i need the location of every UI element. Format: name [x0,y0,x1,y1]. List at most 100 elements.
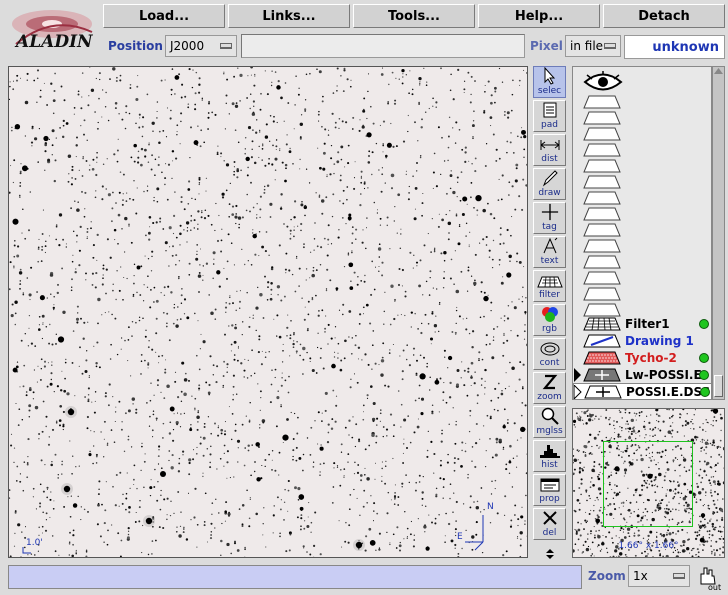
dropdown-arrow-icon [220,43,232,49]
rgb-tool-button[interactable]: rgb [533,304,566,336]
delete-tool-button[interactable]: del [533,508,566,540]
rgb-icon [541,307,558,322]
panel-resize-icon[interactable] [542,548,558,560]
help-menu-button[interactable]: Help... [478,4,600,28]
sky-image-view[interactable]: 1.0' N E [8,66,528,558]
layer-status-dot [699,318,709,329]
delete-x-icon [542,511,557,525]
zoom-level-select[interactable]: 1x [628,565,690,587]
layer-name: Tycho-2 [625,350,677,365]
position-bar: Position J2000 Pixel in file unknown [103,34,725,60]
contour-icon [540,342,559,356]
pan-out-button[interactable]: out [695,564,725,592]
filter-layer-icon [583,317,621,330]
empty-layer-slot-icon [583,239,621,253]
empty-layer-slot-icon [583,111,621,125]
text-icon [543,237,557,254]
layer-name: POSSI.E.DSS [626,384,711,399]
draw-tool-button[interactable]: draw [533,168,566,200]
layer-status-dot [700,386,710,397]
layer-name: Drawing 1 [625,333,694,348]
tool-label: selec [537,86,562,96]
links-menu-button[interactable]: Links... [228,4,350,28]
layer-row-filter1[interactable]: Filter1 [573,315,711,332]
filter-icon [536,276,563,288]
empty-layer-slot-icon [583,175,621,189]
zoom-level-value: 1x [633,569,648,583]
coordinate-frame-select[interactable]: J2000 [165,35,237,57]
catalog-layer-icon [583,351,621,364]
logo-text: ALADIN [14,32,94,52]
scrollbar-thumb[interactable] [714,375,723,397]
histogram-tool-button[interactable]: hist [533,440,566,472]
menu-bar: Load... Links... Tools... Help... Detach [103,4,725,28]
magnifier-icon [541,407,559,425]
magnifier-tool-button[interactable]: mglss [533,406,566,438]
tool-label: rgb [542,324,557,334]
distance-icon [540,140,559,150]
pad-tool-button[interactable]: pad [533,100,566,132]
coordinate-frame-value: J2000 [170,39,205,53]
tool-label: draw [538,188,561,198]
eye-icon[interactable] [583,71,623,93]
tool-label: cont [539,358,560,368]
pixel-mode-value: in file [570,39,604,53]
histogram-icon [539,445,560,458]
filter-tool-button[interactable]: filter [533,270,566,302]
drawing-layer-icon [583,334,621,347]
tool-label: dist [541,154,558,164]
properties-icon [540,478,559,492]
field-size-label: 1.66° x 1.66° [618,541,679,551]
empty-layer-slot-icon [583,143,621,157]
properties-tool-button[interactable]: prop [533,474,566,506]
pixel-mode-select[interactable]: in file [565,35,621,57]
position-input[interactable] [241,34,525,58]
image-layer-icon [583,368,621,381]
empty-layer-slot-icon [583,159,621,173]
scroll-up-icon[interactable] [713,67,724,75]
tool-label: del [542,528,557,538]
zoom-label: Zoom [588,569,626,583]
current-layer-pointer-icon [574,384,582,399]
layer-name: Lw-POSSI.E [625,367,702,382]
pixel-label: Pixel [530,39,563,53]
tool-label: zoom [537,392,562,402]
layer-name: Filter1 [625,316,670,331]
layer-row-tycho2[interactable]: Tycho-2 [573,349,711,366]
tool-label: mglss [536,426,563,436]
tool-label: text [540,256,559,266]
tool-label: tag [542,222,557,232]
empty-layer-slot-icon [583,271,621,285]
layer-stack-panel: Filter1 Drawing 1 Tycho-2 Lw-POSSI.E POS… [572,66,712,400]
layer-row-lw-possi-e[interactable]: Lw-POSSI.E [573,366,711,383]
dropdown-arrow-icon [604,43,616,49]
empty-layer-slot-icon [583,95,621,109]
zoom-overview-panel[interactable]: 1.66° x 1.66° [572,408,725,558]
text-tool-button[interactable]: text [533,236,566,268]
empty-layer-slot-icon [583,191,621,205]
empty-layer-slot-icon [583,287,621,301]
contour-tool-button[interactable]: cont [533,338,566,370]
tool-label: filter [539,290,560,300]
detach-button[interactable]: Detach [603,4,725,28]
select-tool-button[interactable]: selec [533,66,566,98]
empty-layer-slot-icon [583,255,621,269]
tool-label: prop [539,494,560,504]
image-layer-icon [584,385,622,398]
tool-label: pad [541,120,558,130]
layer-row-drawing1[interactable]: Drawing 1 [573,332,711,349]
tool-label: hist [541,460,558,470]
layer-status-dot [699,369,709,380]
distance-tool-button[interactable]: dist [533,134,566,166]
layer-stack-scrollbar[interactable] [712,66,725,400]
current-layer-pointer-icon [574,367,581,382]
zoom-z-icon [542,374,557,390]
view-frame-rectangle[interactable] [603,441,693,527]
pixel-value-display: unknown [624,35,725,59]
zoom-tool-button[interactable]: zoom [533,372,566,404]
layer-status-dot [699,352,709,363]
layer-row-possi-e-dss[interactable]: POSSI.E.DSS [573,383,711,399]
load-menu-button[interactable]: Load... [103,4,225,28]
tools-menu-button[interactable]: Tools... [353,4,475,28]
tag-tool-button[interactable]: tag [533,202,566,234]
